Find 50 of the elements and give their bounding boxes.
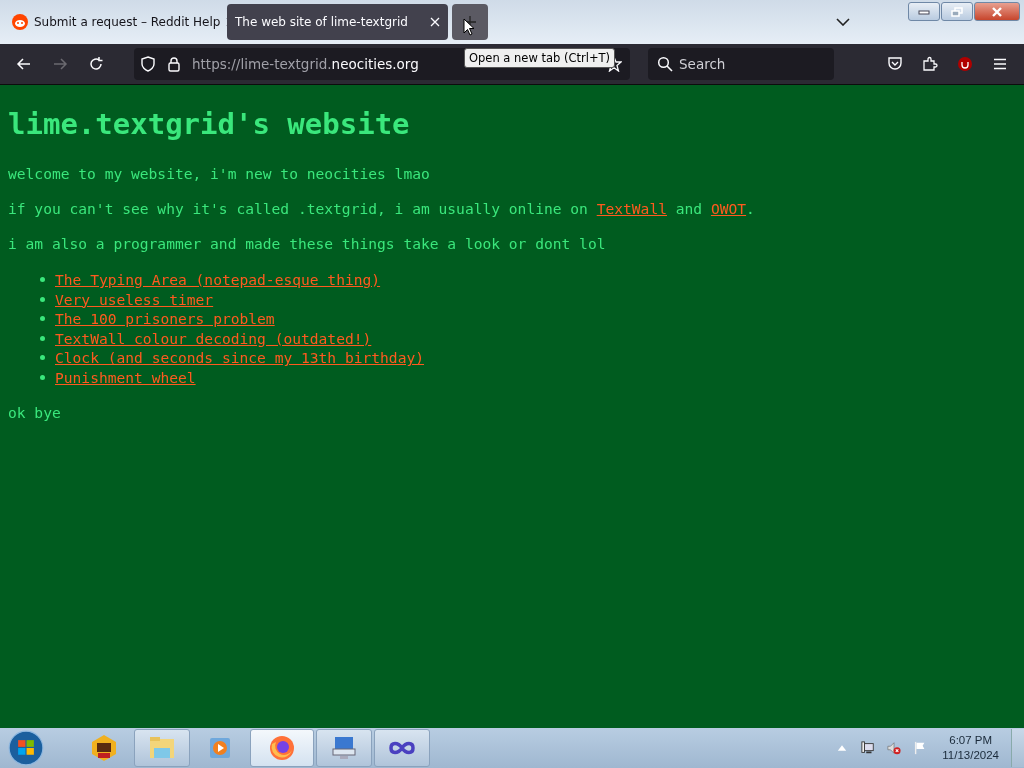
link[interactable]: Clock (and seconds since my 13th birthday) (55, 349, 425, 367)
restore-button[interactable] (941, 2, 973, 21)
url-domain: neocities.org (331, 56, 419, 72)
close-icon[interactable] (430, 17, 440, 27)
tab-title: The web site of lime-textgrid (235, 15, 409, 29)
search-icon (657, 56, 673, 72)
paragraph: i am also a programmer and made these things take a look or dont lol (8, 234, 607, 253)
link[interactable]: OWOT (710, 199, 747, 217)
paragraph: ok bye (8, 404, 62, 423)
bullet-icon (40, 375, 45, 381)
taskbar-button[interactable] (374, 729, 430, 767)
fox-globe-icon (268, 734, 296, 762)
url-text: https://lime-textgrid. (192, 56, 332, 72)
taskbar-button[interactable] (316, 729, 372, 767)
network-icon[interactable] (861, 741, 876, 755)
bullet-icon (40, 335, 45, 341)
alien-icon (12, 14, 28, 30)
shield-icon (140, 56, 156, 72)
computer-icon (330, 734, 358, 762)
link[interactable]: TextWall colour decoding (outdated!) (55, 329, 372, 347)
browser-tab[interactable]: The web site of lime-textgrid (227, 4, 448, 40)
clock-date: 11/13/2024 (942, 748, 999, 763)
page-heading: lime.textgrid's website (8, 107, 411, 142)
link[interactable]: Punishment wheel (55, 369, 196, 387)
link[interactable]: TextWall (596, 199, 667, 217)
link[interactable]: The 100 prisoners problem (55, 310, 275, 328)
hexagon-icon (90, 734, 118, 762)
restore-icon (951, 6, 963, 17)
bullet-icon (40, 316, 45, 322)
lock-icon (166, 56, 182, 72)
bullet-icon (40, 355, 45, 361)
mouse-pointer-icon (463, 18, 475, 36)
paragraph: if you can't see why it's called .textgrid, i am usually online on TextWall and OWOT. (8, 199, 756, 218)
muted-speaker-icon[interactable] (887, 741, 902, 755)
search-field[interactable]: Search (648, 48, 834, 80)
bullet-icon (40, 296, 45, 302)
tooltip: Open a new tab (Ctrl+T) (464, 48, 616, 68)
tab-title: Submit a request – Reddit Help (34, 15, 221, 29)
minimize-button[interactable] (908, 2, 940, 21)
clock[interactable]: 6:07 PM 11/13/2024 (942, 733, 999, 763)
start-button[interactable] (8, 730, 44, 766)
chevron-down-icon[interactable] (836, 18, 850, 26)
link[interactable]: The Typing Area (notepad-esque thing) (55, 271, 381, 289)
close-icon (991, 6, 1003, 17)
link[interactable]: Very useless timer (55, 290, 214, 308)
clock-time: 6:07 PM (949, 733, 993, 748)
bullet-icon (40, 277, 45, 283)
paragraph: welcome to my website, i'm new to neocities lmao (8, 164, 431, 183)
taskbar-button[interactable] (250, 729, 314, 767)
close-button[interactable] (974, 2, 1020, 21)
